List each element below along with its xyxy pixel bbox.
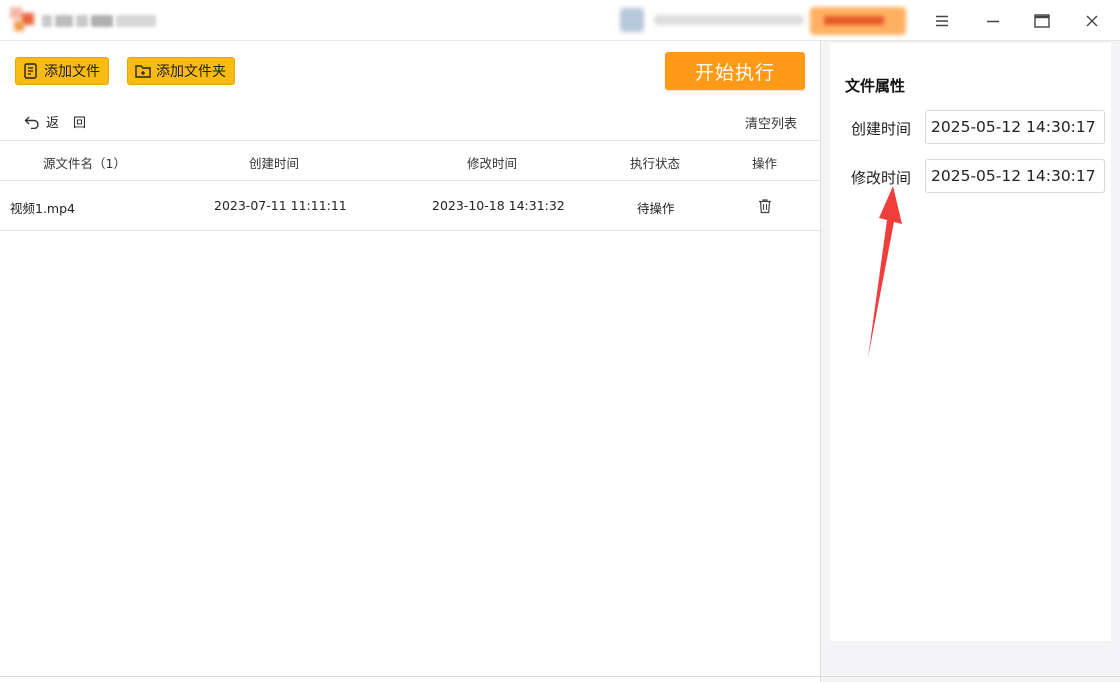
avatar [620, 8, 644, 32]
back-arrow-icon [24, 116, 39, 129]
add-file-button[interactable]: 添加文件 [15, 57, 109, 85]
col-header-action: 操作 [752, 156, 778, 171]
table-header: 源文件名（1） 创建时间 修改时间 执行状态 操作 [0, 140, 820, 181]
modified-time-field[interactable] [925, 159, 1105, 193]
bottom-border [0, 676, 1120, 677]
col-header-filename: 源文件名（1） [43, 156, 126, 171]
col-header-status: 执行状态 [630, 156, 681, 171]
col-header-modified: 修改时间 [467, 156, 518, 171]
cell-modified: 2023-10-18 14:31:32 [432, 198, 565, 213]
minimize-icon[interactable] [978, 6, 1008, 36]
add-folder-label: 添加文件夹 [156, 64, 226, 80]
created-time-field[interactable] [925, 110, 1105, 144]
back-button[interactable]: 返回 [24, 112, 100, 131]
title-bar [0, 0, 1120, 41]
close-icon[interactable] [1077, 6, 1107, 36]
col-header-created: 创建时间 [249, 156, 300, 171]
vip-badge[interactable] [810, 7, 906, 35]
add-file-icon [24, 63, 37, 79]
table-row[interactable]: 视频1.mp4 2023-07-11 11:11:11 2023-10-18 1… [0, 181, 820, 231]
cell-status: 待操作 [637, 201, 675, 216]
maximize-icon[interactable] [1027, 6, 1057, 36]
add-folder-button[interactable]: 添加文件夹 [127, 57, 235, 85]
add-folder-icon [135, 65, 151, 78]
user-name-blurred [654, 15, 804, 25]
add-file-label: 添加文件 [44, 64, 100, 80]
trash-icon[interactable] [757, 198, 773, 214]
properties-title: 文件属性 [845, 77, 906, 95]
app-title-blurred [42, 9, 156, 33]
cell-filename: 视频1.mp4 [10, 201, 75, 216]
properties-panel: 文件属性 创建时间 修改时间 [821, 41, 1120, 682]
clear-list-button[interactable]: 清空列表 [745, 113, 797, 132]
created-time-label: 创建时间 [851, 120, 912, 138]
app-logo-icon [10, 7, 36, 33]
cell-created: 2023-07-11 11:11:11 [214, 198, 347, 213]
red-arrow-icon [868, 186, 902, 358]
user-account-area[interactable] [620, 7, 910, 35]
start-button[interactable]: 开始执行 [665, 52, 805, 90]
back-label: 返回 [46, 116, 101, 131]
menu-icon[interactable] [927, 6, 957, 36]
